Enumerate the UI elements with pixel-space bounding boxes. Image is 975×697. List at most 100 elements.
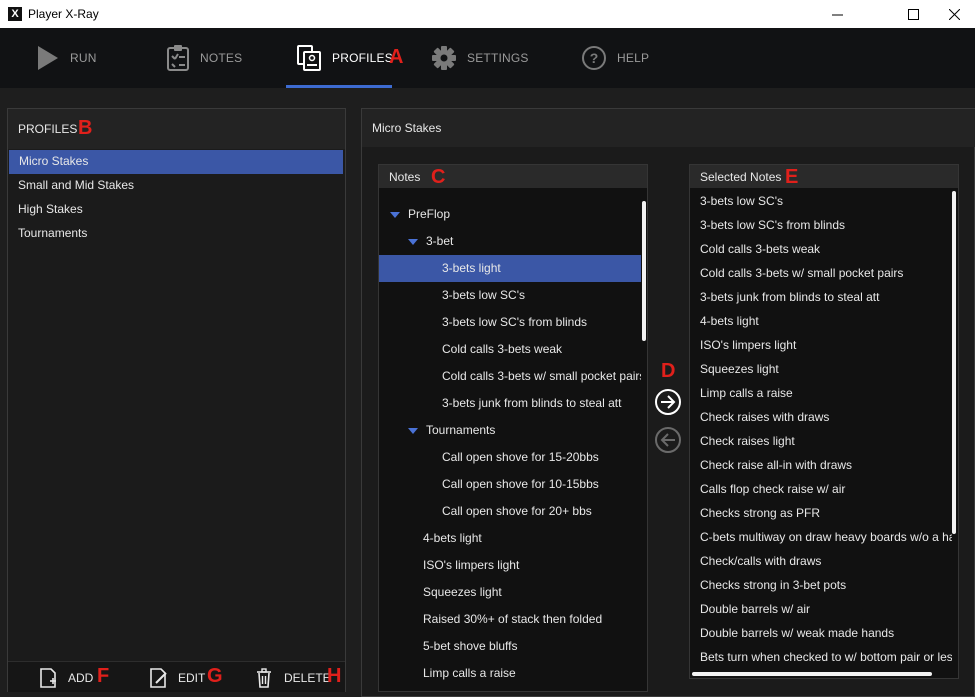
edit-label: EDIT bbox=[178, 671, 206, 685]
annotation-g: G bbox=[207, 665, 223, 687]
list-item[interactable]: Calls flop check raise w/ air bbox=[690, 477, 952, 501]
add-note-button[interactable] bbox=[655, 389, 681, 415]
clipboard-icon bbox=[167, 45, 189, 71]
list-item[interactable]: Cold calls 3-bets weak bbox=[690, 237, 952, 261]
tree-node-label: Call open shove for 10-15bbs bbox=[442, 477, 599, 491]
list-item[interactable]: Squeezes light bbox=[690, 357, 952, 381]
annotation-a: A bbox=[389, 46, 404, 68]
tree-node[interactable]: 5-bet shove bluffs bbox=[379, 633, 641, 660]
tree-node[interactable]: Raised 30%+ of stack then folded bbox=[379, 606, 641, 633]
list-item[interactable]: 3-bets junk from blinds to steal att bbox=[690, 285, 952, 309]
profile-detail-header: Micro Stakes bbox=[362, 109, 975, 147]
notes-title: Notes bbox=[389, 170, 421, 184]
selected-notes-list: 3-bets low SC's 3-bets low SC's from bli… bbox=[690, 189, 952, 669]
list-item[interactable]: Double barrels w/ weak made hands bbox=[690, 621, 952, 645]
list-item[interactable]: Double barrels w/ air bbox=[690, 597, 952, 621]
help-icon: ? bbox=[582, 46, 606, 70]
tree-node-label: 3-bets low SC's bbox=[442, 288, 525, 302]
tree-node[interactable]: Squeezes light bbox=[379, 579, 641, 606]
minimize-icon bbox=[831, 14, 843, 15]
expand-triangle-icon[interactable] bbox=[408, 239, 418, 245]
profile-item[interactable]: High Stakes bbox=[8, 198, 345, 222]
selected-notes-header: Selected Notes E bbox=[690, 165, 958, 188]
selected-notes-title: Selected Notes bbox=[700, 170, 782, 184]
tree-node[interactable]: 3-bets junk from blinds to steal att bbox=[379, 390, 641, 417]
selected-notes-vertical-scrollbar[interactable] bbox=[952, 191, 956, 534]
list-item[interactable]: Checks strong as PFR bbox=[690, 501, 952, 525]
expand-triangle-icon[interactable] bbox=[408, 428, 418, 434]
nav-notes-label: NOTES bbox=[200, 51, 243, 65]
list-item[interactable]: Bets turn when checked to w/ bottom pair… bbox=[690, 645, 952, 669]
close-button[interactable] bbox=[934, 0, 975, 28]
arrow-left-circle-icon bbox=[660, 433, 675, 447]
profile-item[interactable]: Small and Mid Stakes bbox=[8, 174, 345, 198]
selected-notes-horizontal-scrollbar[interactable] bbox=[692, 672, 932, 676]
nav-notes[interactable]: NOTES bbox=[166, 28, 242, 88]
selected-notes-panel: Selected Notes E 3-bets low SC's 3-bets … bbox=[689, 164, 959, 679]
list-item[interactable]: Check raises with draws bbox=[690, 405, 952, 429]
list-item[interactable]: 3-bets low SC's from blinds bbox=[690, 213, 952, 237]
list-item[interactable]: C-bets multiway on draw heavy boards w/o… bbox=[690, 525, 952, 549]
tree-node-label: Raised 30%+ of stack then folded bbox=[423, 612, 603, 626]
tree-node[interactable]: PreFlop bbox=[379, 201, 641, 228]
tree-node[interactable]: 3-bets low SC's bbox=[379, 282, 641, 309]
tree-node[interactable]: Call open shove for 15-20bbs bbox=[379, 444, 641, 471]
tree-node-label: 3-bets low SC's from blinds bbox=[442, 315, 588, 329]
tree-node[interactable]: 3-bet bbox=[379, 228, 641, 255]
tree-node[interactable]: 4-bets light bbox=[379, 525, 641, 552]
nav-settings[interactable]: SETTINGS bbox=[431, 28, 529, 88]
nav-profiles[interactable]: PROFILES bbox=[296, 28, 393, 88]
list-item[interactable]: Cold calls 3-bets w/ small pocket pairs bbox=[690, 261, 952, 285]
list-item[interactable]: ISO's limpers light bbox=[690, 333, 952, 357]
tree-node[interactable]: 3-bets light bbox=[379, 255, 641, 282]
trash-icon bbox=[257, 668, 271, 688]
profile-item[interactable]: Micro Stakes bbox=[9, 150, 343, 174]
list-item[interactable]: Check/calls with draws bbox=[690, 549, 952, 573]
expand-triangle-icon[interactable] bbox=[390, 212, 400, 218]
annotation-c: C bbox=[431, 166, 446, 188]
profiles-list: Micro Stakes Small and Mid Stakes High S… bbox=[8, 150, 345, 246]
minimize-button[interactable] bbox=[814, 0, 860, 28]
tree-node-label: Cold calls 3-bets weak bbox=[442, 342, 563, 356]
tree-node-label: 4-bets light bbox=[423, 531, 482, 545]
nav-run-label: RUN bbox=[70, 51, 97, 65]
list-item[interactable]: Check raise all-in with draws bbox=[690, 453, 952, 477]
edit-icon bbox=[150, 668, 167, 688]
maximize-icon bbox=[907, 8, 919, 20]
list-item[interactable]: Checks strong in 3-bet pots bbox=[690, 573, 952, 597]
tree-node[interactable]: Cold calls 3-bets w/ small pocket pairs bbox=[379, 363, 641, 390]
add-profile-button[interactable]: ADD bbox=[38, 666, 93, 690]
profile-item[interactable]: Tournaments bbox=[8, 222, 345, 246]
window-title: Player X-Ray bbox=[28, 7, 99, 21]
list-item[interactable]: Check raises light bbox=[690, 429, 952, 453]
nav-help[interactable]: ? HELP bbox=[581, 28, 649, 88]
profiles-icon bbox=[297, 45, 321, 71]
tree-node-label: ISO's limpers light bbox=[423, 558, 520, 572]
delete-profile-button[interactable]: DELETE bbox=[254, 666, 331, 690]
tree-node[interactable]: ISO's limpers light bbox=[379, 552, 641, 579]
tree-node[interactable]: Limp calls a raise bbox=[379, 660, 641, 687]
nav-help-label: HELP bbox=[617, 51, 650, 65]
tree-node[interactable]: Tournaments bbox=[379, 417, 641, 444]
tree-node[interactable]: 3-bets low SC's from blinds bbox=[379, 309, 641, 336]
tree-node[interactable]: Call open shove for 20+ bbs bbox=[379, 498, 641, 525]
notes-tree: PreFlop 3-bet 3-bets light 3-bets low SC… bbox=[379, 201, 641, 687]
maximize-button[interactable] bbox=[890, 0, 936, 28]
list-item[interactable]: 3-bets low SC's bbox=[690, 189, 952, 213]
nav-run[interactable]: RUN bbox=[36, 28, 97, 88]
profiles-header: PROFILES B bbox=[8, 109, 345, 149]
edit-profile-button[interactable]: EDIT bbox=[148, 666, 205, 690]
notes-scrollbar[interactable] bbox=[642, 201, 646, 341]
tree-node[interactable]: Call open shove for 10-15bbs bbox=[379, 471, 641, 498]
profile-detail-panel: Micro Stakes Notes C PreFlop 3-bet 3-bet… bbox=[361, 108, 975, 697]
profile-detail-title: Micro Stakes bbox=[372, 121, 442, 135]
tree-node-label: Tournaments bbox=[426, 423, 496, 437]
nav-settings-label: SETTINGS bbox=[467, 51, 529, 65]
list-item[interactable]: 4-bets light bbox=[690, 309, 952, 333]
list-item[interactable]: Limp calls a raise bbox=[690, 381, 952, 405]
remove-note-button[interactable] bbox=[655, 427, 681, 453]
notes-tree-panel: Notes C PreFlop 3-bet 3-bets light 3-bet… bbox=[378, 164, 648, 692]
tree-node[interactable]: Cold calls 3-bets weak bbox=[379, 336, 641, 363]
profiles-panel: PROFILES B Micro Stakes Small and Mid St… bbox=[7, 108, 346, 692]
annotation-e: E bbox=[785, 166, 799, 188]
